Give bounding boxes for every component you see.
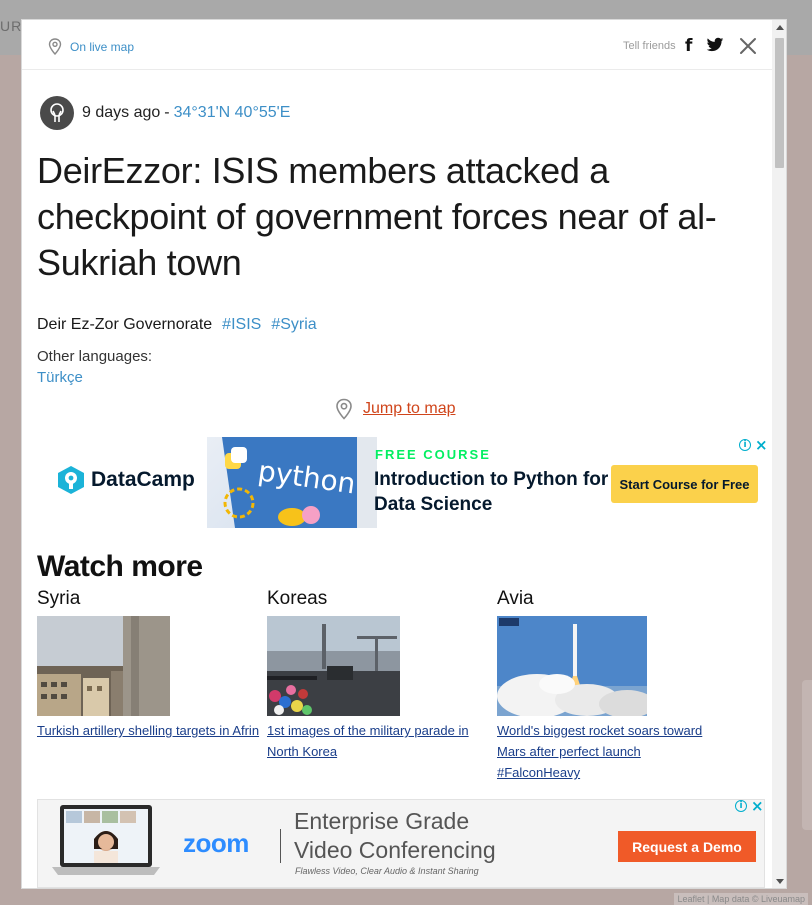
source-avatar-icon	[50, 103, 64, 122]
korea-parade-thumbnail-image	[267, 616, 400, 716]
datacamp-ad[interactable]: DataCamp python FREE COURSE Introduction…	[37, 437, 772, 528]
tag-isis[interactable]: #ISIS	[222, 316, 261, 334]
syria-thumbnail-image	[37, 616, 170, 716]
zoom-divider	[280, 829, 281, 863]
background-side-tab	[802, 680, 812, 830]
watch-more-heading: Watch more	[37, 550, 203, 583]
article-meta: 9 days ago - 34°31'N 40°55'E	[40, 96, 290, 130]
ad-choices[interactable]: i ×	[739, 438, 768, 453]
request-demo-button[interactable]: Request a Demo	[618, 831, 756, 862]
watch-more-category: Syria	[37, 588, 81, 609]
python-book-image: python	[207, 437, 377, 528]
datacamp-logo: DataCamp	[57, 465, 195, 495]
location-pin-icon	[336, 398, 352, 420]
ad-choices[interactable]: i ×	[735, 800, 764, 814]
video-caption-link[interactable]: World's biggest rocket soars toward Mars…	[497, 720, 722, 783]
watch-more-category: Avia	[497, 588, 534, 609]
jump-to-map[interactable]: Jump to map	[335, 398, 455, 420]
ad-close-icon[interactable]: ×	[755, 438, 768, 453]
video-thumbnail-koreas[interactable]	[267, 616, 400, 716]
zoom-headline-line1: Enterprise Grade	[294, 808, 470, 834]
start-course-button[interactable]: Start Course for Free	[611, 465, 758, 503]
scroll-down-arrow-icon[interactable]	[776, 879, 784, 884]
scroll-up-arrow-icon[interactable]	[776, 25, 784, 30]
zoom-headline-line2: Video Conferencing	[294, 837, 496, 863]
on-live-map-label: On live map	[70, 39, 135, 54]
ad-info-icon[interactable]: i	[739, 439, 751, 451]
close-icon[interactable]	[738, 36, 758, 56]
location-name: Deir Ez-Zor Governorate	[37, 316, 213, 333]
language-link-turkish[interactable]: Türkçe	[37, 369, 83, 386]
location-pin-icon	[48, 38, 62, 55]
course-title: Introduction to Python for Data Science	[374, 469, 609, 515]
meta-separator: -	[164, 104, 170, 121]
location-line: Deir Ez-Zor Governorate #ISIS #Syria	[37, 316, 317, 334]
event-modal: On live map Tell friends f 9 days ago - …	[21, 19, 787, 889]
watch-more-item[interactable]: Avia World's biggest rocket soars toward…	[497, 588, 722, 783]
watch-more-category: Koreas	[267, 588, 328, 609]
free-course-label: FREE COURSE	[375, 447, 491, 462]
other-languages-label: Other languages:	[37, 348, 153, 365]
datacamp-brand: DataCamp	[91, 468, 195, 491]
map-attribution: Leaflet | Map data © Liveuamap	[674, 893, 808, 905]
jump-to-map-link[interactable]: Jump to map	[363, 400, 455, 418]
on-live-map-link[interactable]: On live map	[48, 38, 134, 55]
facebook-icon[interactable]: f	[685, 36, 692, 56]
zoom-subtext: Flawless Video, Clear Audio & Instant Sh…	[295, 866, 479, 876]
source-avatar	[40, 96, 74, 130]
zoom-headline: Enterprise Grade Video Conferencing	[294, 807, 496, 865]
python-book-illustration: python	[222, 437, 377, 528]
modal-header: On live map Tell friends f	[22, 20, 772, 70]
video-thumbnail-syria[interactable]	[37, 616, 170, 716]
modal-scrollbar[interactable]	[772, 20, 786, 888]
ad-close-icon[interactable]: ×	[751, 800, 764, 814]
datacamp-logo-icon	[58, 466, 84, 494]
scrollbar-thumb[interactable]	[775, 38, 784, 168]
video-thumbnail-avia[interactable]	[497, 616, 647, 716]
rocket-launch-thumbnail-image	[497, 616, 647, 716]
zoom-logo: zoom	[183, 828, 249, 858]
laptop-video-call-image	[52, 805, 160, 875]
ad-info-icon[interactable]: i	[735, 800, 747, 812]
twitter-icon[interactable]	[706, 37, 724, 53]
video-caption-link[interactable]: 1st images of the military parade in Nor…	[267, 720, 492, 762]
watch-more-item[interactable]: Syria Turkish artillery shelling targets…	[37, 588, 262, 741]
zoom-ad[interactable]: zoom Enterprise Grade Video Conferencing…	[37, 799, 765, 888]
time-ago: 9 days ago	[82, 104, 161, 121]
watch-more-item[interactable]: Koreas 1st images of the military parade…	[267, 588, 492, 762]
tag-syria[interactable]: #Syria	[271, 316, 316, 334]
article-headline: DeirEzzor: ISIS members attacked a check…	[37, 150, 717, 283]
video-caption-link[interactable]: Turkish artillery shelling targets in Af…	[37, 720, 262, 741]
coordinates-link[interactable]: 34°31'N 40°55'E	[174, 104, 291, 122]
tell-friends-label: Tell friends	[623, 40, 676, 52]
